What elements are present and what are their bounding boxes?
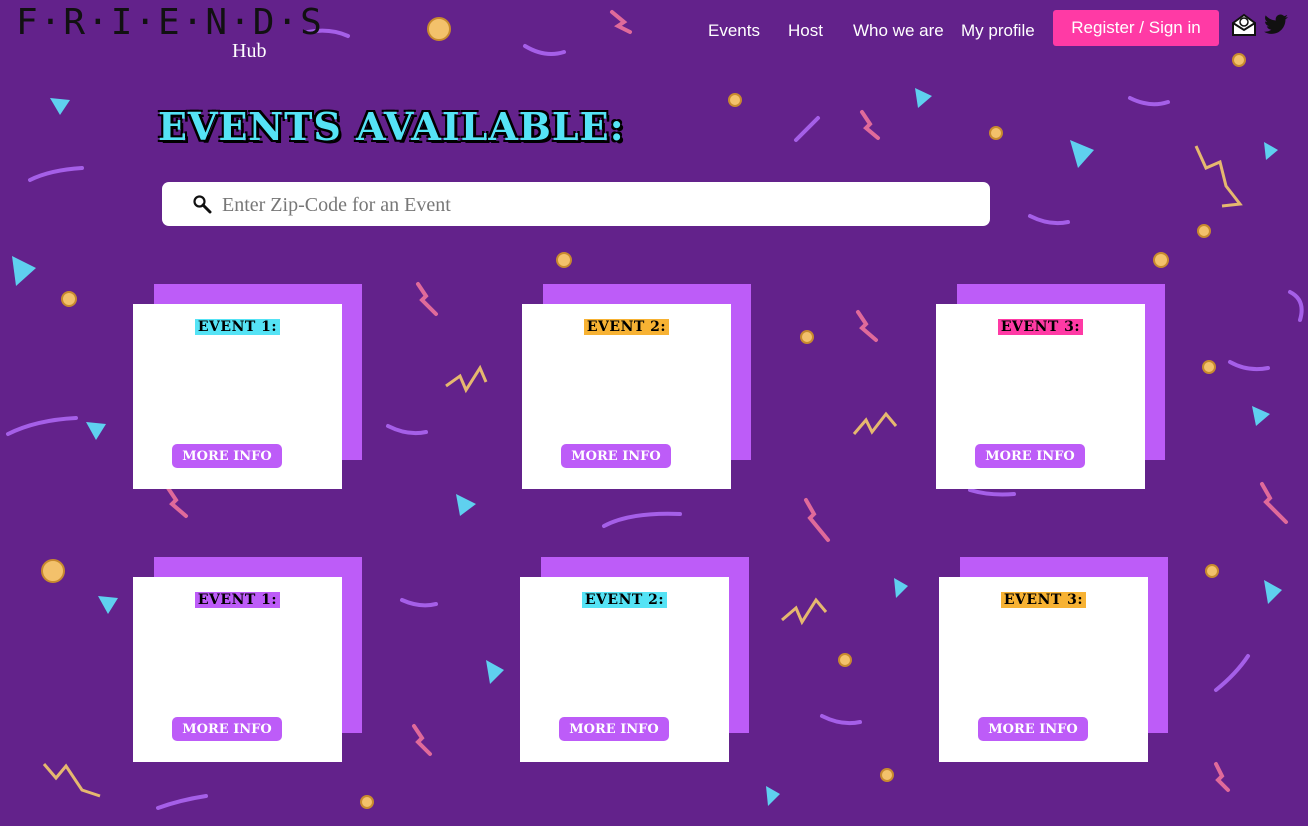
event-title: Event 1: [133,592,342,608]
event-title: Event 1: [133,319,342,335]
nav-who-we-are[interactable]: Who we are [853,21,944,41]
event-title: Event 2: [522,319,731,335]
more-info-button[interactable]: More Info [978,717,1088,741]
more-info-button[interactable]: More Info [559,717,669,741]
event-card-5: Event 2: More Info [520,557,750,763]
more-info-button[interactable]: More Info [172,444,282,468]
event-card-1: Event 1: More Info [133,284,363,490]
event-card-2: Event 2: More Info [522,284,752,490]
page-title: Events Available: [158,104,625,149]
nav-my-profile[interactable]: My profile [961,21,1035,41]
logo-hub-label: Hub [232,40,267,62]
twitter-icon[interactable] [1263,14,1289,41]
event-card-3: Event 3: More Info [936,284,1166,490]
nav-events[interactable]: Events [708,21,760,41]
search-icon [193,195,212,214]
more-info-button[interactable]: More Info [172,717,282,741]
event-title: Event 3: [936,319,1145,335]
more-info-button[interactable]: More Info [975,444,1085,468]
mail-icon[interactable] [1231,13,1257,42]
friends-logo[interactable]: F·R·I·E·N·D·S [16,2,324,43]
event-card-4: Event 1: More Info [133,557,363,763]
event-card-6: Event 3: More Info [939,557,1169,763]
site-header: F·R·I·E·N·D·S Hub Events Host Who we are… [0,0,1308,70]
nav-host[interactable]: Host [788,21,823,41]
zip-search-bar [162,182,990,226]
event-title: Event 2: [520,592,729,608]
zip-code-input[interactable] [220,188,964,222]
register-sign-in-button[interactable]: Register / Sign in [1053,10,1219,46]
event-title: Event 3: [939,592,1148,608]
more-info-button[interactable]: More Info [561,444,671,468]
